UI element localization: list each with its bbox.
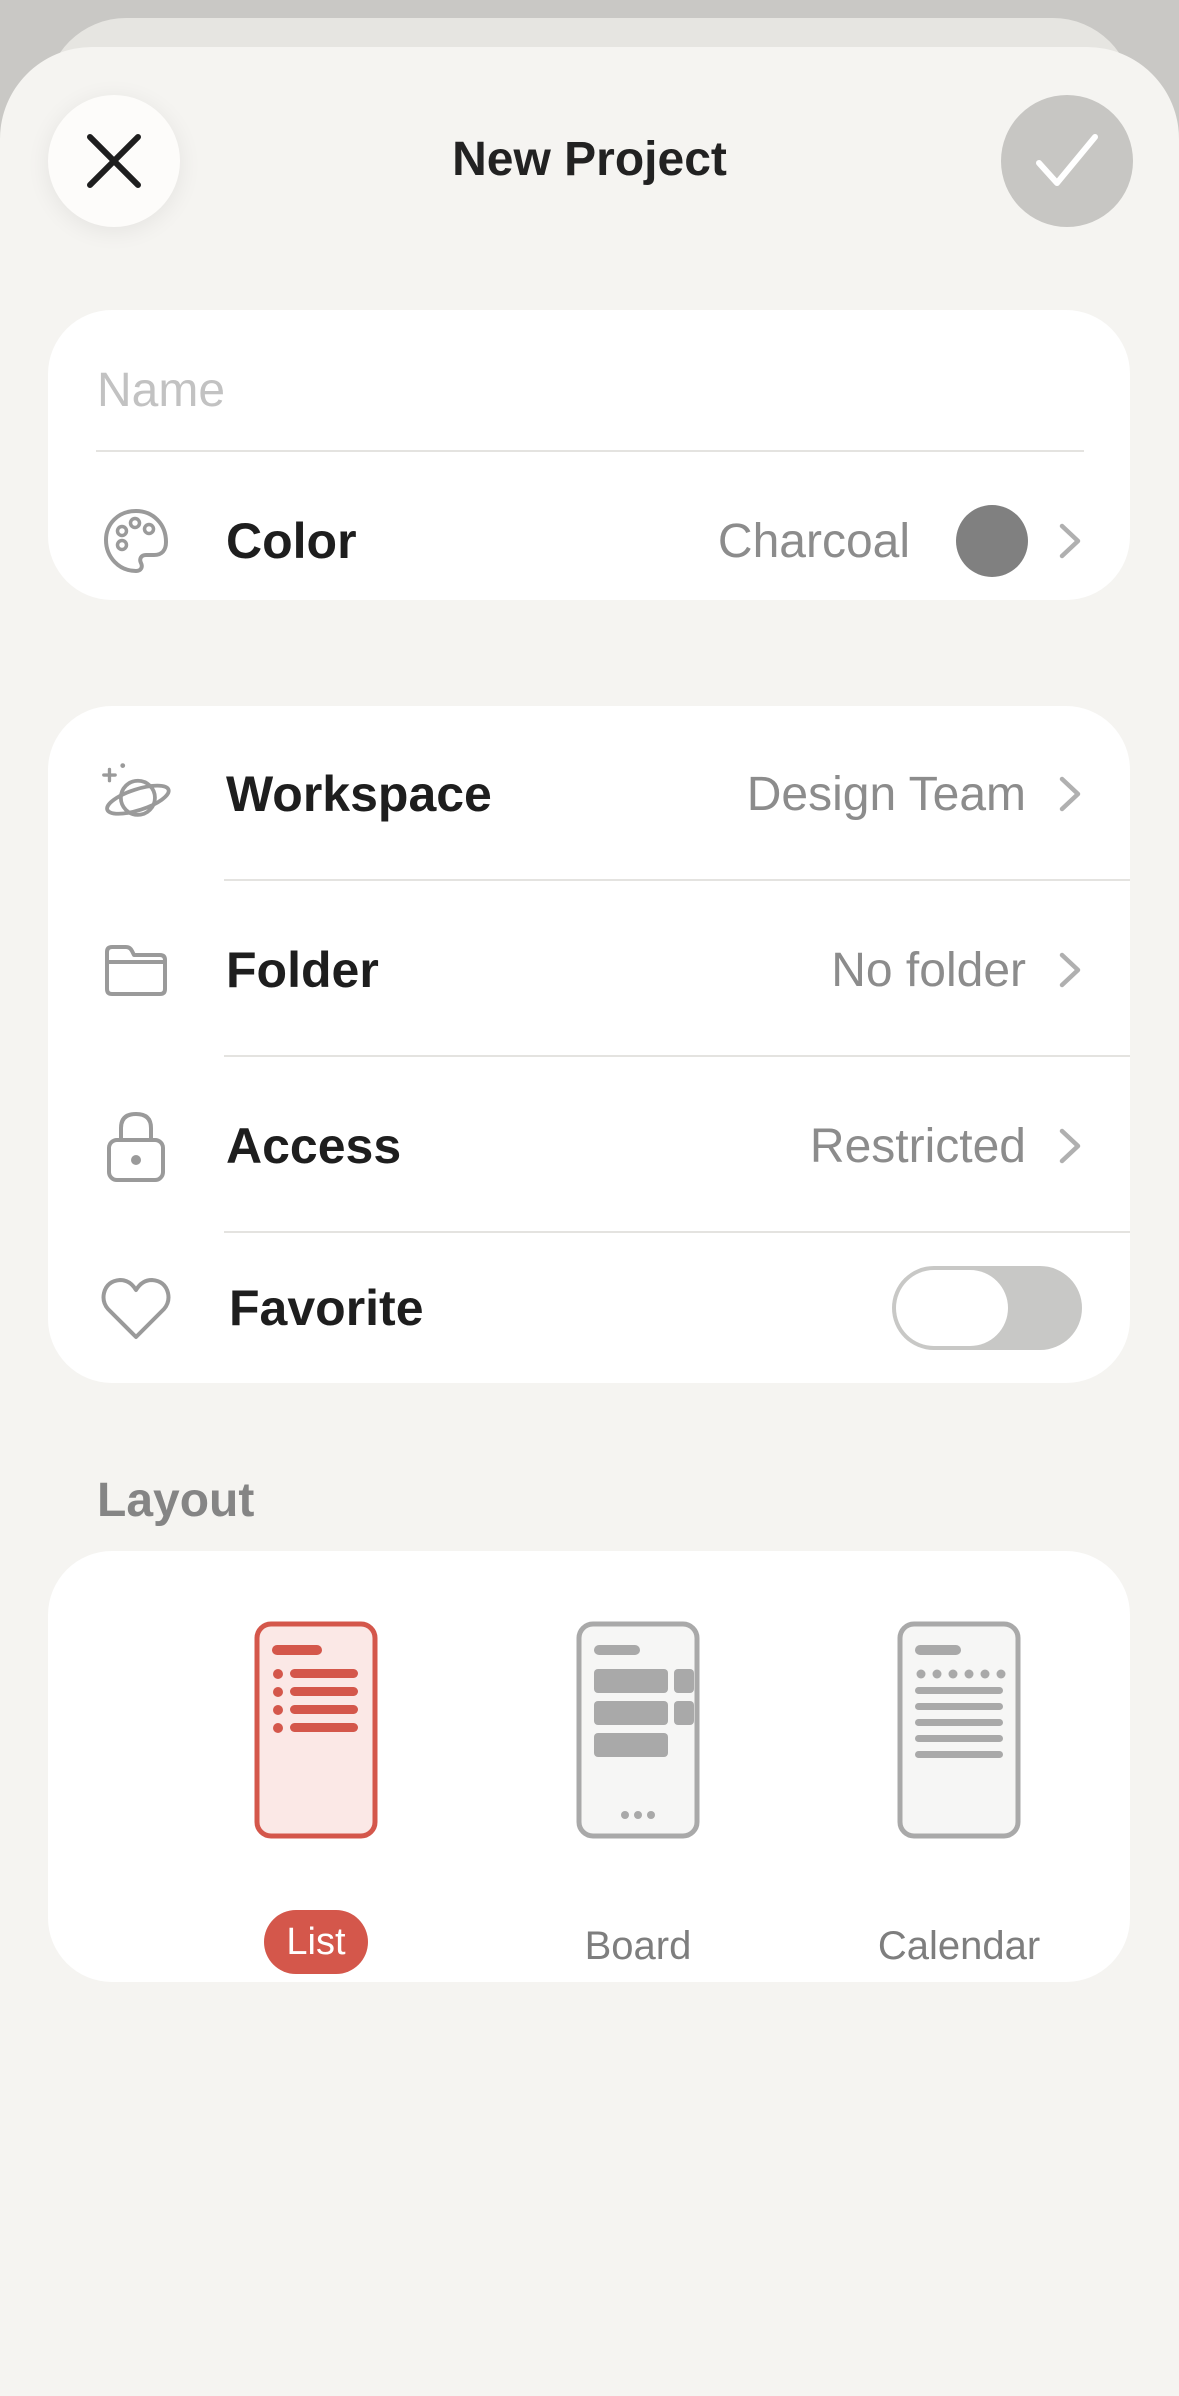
settings-card: Workspace Design Team Folder No folder A… [48,706,1130,1383]
folder-icon [100,934,172,1006]
chevron-right-icon [1059,776,1081,812]
layout-section-title: Layout [97,1474,255,1527]
folder-row[interactable]: Folder No folder [48,914,1130,1026]
name-input[interactable] [97,350,1057,430]
list-layout-icon [254,1621,378,1839]
layout-label-calendar: Calendar [877,1924,1041,1968]
chevron-right-icon [1059,523,1081,559]
board-layout-icon [576,1621,700,1839]
palette-icon [100,505,172,577]
color-value: Charcoal [717,514,910,568]
layout-option-list[interactable]: List [216,1621,416,1974]
access-value: Restricted [809,1119,1026,1173]
color-label: Color [226,513,357,569]
divider [224,1055,1130,1057]
divider [96,450,1084,452]
planet-icon [100,758,172,830]
divider [224,1231,1130,1233]
lock-icon [100,1110,172,1182]
layout-option-board[interactable]: Board [538,1621,738,1968]
layout-card: List Board Calendar [48,1551,1130,1982]
checkmark-icon [1036,134,1098,186]
divider [224,879,1130,881]
workspace-row[interactable]: Workspace Design Team [48,738,1130,850]
color-row[interactable]: Color Charcoal [48,485,1130,597]
chevron-right-icon [1059,952,1081,988]
favorite-row: Favorite [48,1252,1130,1364]
confirm-button[interactable] [1001,95,1133,227]
workspace-value: Design Team [746,767,1026,821]
layout-label-board: Board [584,1924,692,1968]
chevron-right-icon [1059,1128,1081,1164]
folder-label: Folder [226,942,379,998]
calendar-layout-icon [897,1621,1021,1839]
color-swatch [956,505,1028,577]
favorite-label: Favorite [229,1280,424,1336]
access-row[interactable]: Access Restricted [48,1090,1130,1202]
toggle-knob [896,1270,1008,1346]
access-label: Access [226,1118,402,1174]
workspace-label: Workspace [226,766,492,822]
layout-option-calendar[interactable]: Calendar [859,1621,1059,1968]
folder-value: No folder [831,943,1026,997]
heart-icon [100,1272,172,1344]
layout-label-list: List [264,1910,368,1974]
favorite-toggle[interactable] [892,1266,1082,1350]
name-color-card: Color Charcoal [48,310,1130,600]
new-project-sheet: New Project Color Charcoal [0,47,1179,2396]
